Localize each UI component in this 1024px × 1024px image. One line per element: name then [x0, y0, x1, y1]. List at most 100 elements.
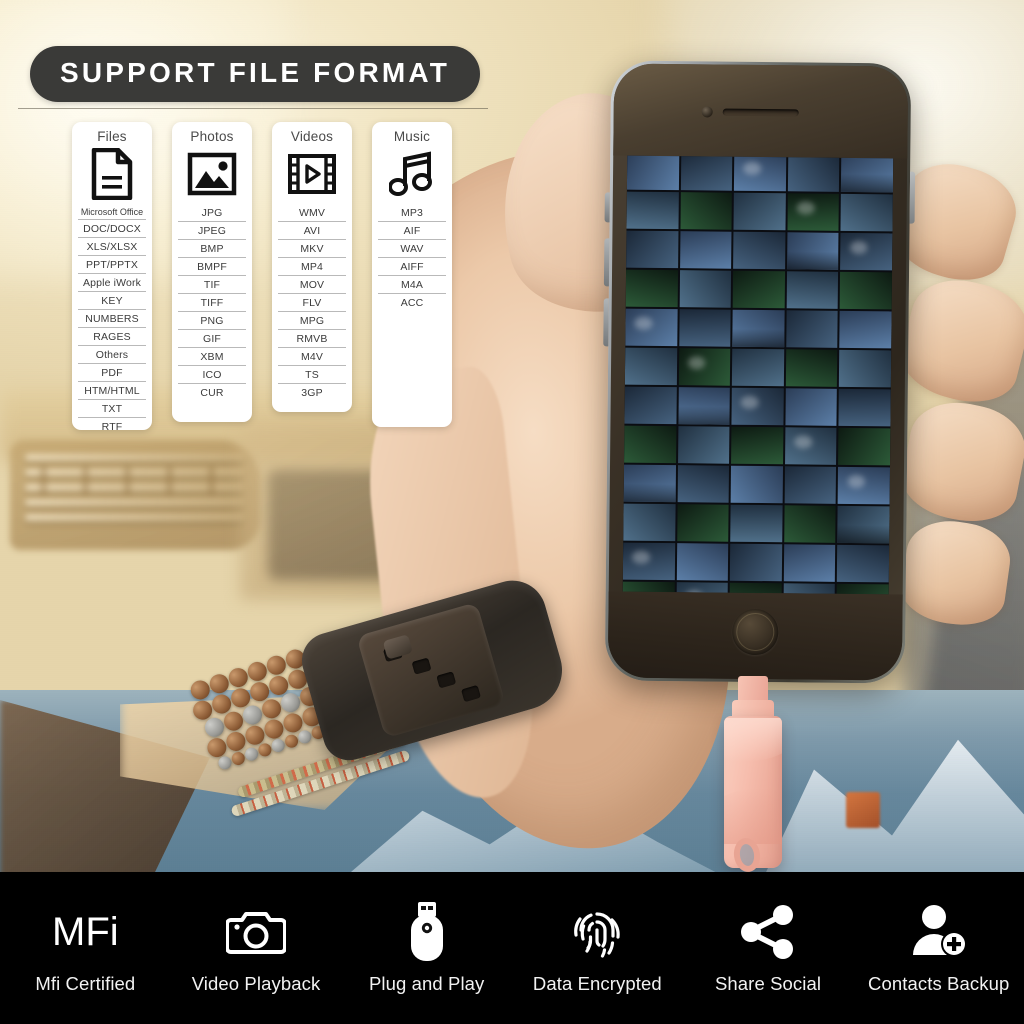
- power-button[interactable]: [909, 171, 916, 224]
- photo-thumbnail[interactable]: [732, 309, 785, 348]
- photo-thumbnail[interactable]: [676, 504, 729, 542]
- photo-thumbnail[interactable]: [784, 505, 836, 543]
- format-item: AIF: [378, 221, 446, 239]
- format-item: PNG: [178, 311, 246, 329]
- photo-thumbnail[interactable]: [680, 155, 733, 191]
- photo-thumbnail[interactable]: [677, 426, 730, 464]
- format-item: TXT: [78, 399, 146, 417]
- photo-thumbnail[interactable]: [626, 230, 679, 269]
- format-card-title: Files: [97, 129, 127, 144]
- photo-thumbnail[interactable]: [679, 270, 732, 308]
- format-item: TS: [278, 365, 346, 383]
- photo-thumbnail[interactable]: [623, 464, 676, 503]
- photo-thumbnail[interactable]: [786, 232, 839, 270]
- photo-thumbnail[interactable]: [784, 466, 837, 504]
- feature-share-social: Share Social: [683, 901, 854, 995]
- photo-thumbnail[interactable]: [787, 193, 840, 231]
- usb-flash-drive: [724, 676, 782, 876]
- photo-thumbnail[interactable]: [787, 155, 840, 192]
- photo-thumbnail[interactable]: [783, 544, 836, 582]
- thumbnail-shade: [678, 406, 730, 425]
- format-item: MP3: [400, 206, 424, 219]
- format-item: HTM/HTML: [78, 381, 146, 399]
- photo-thumbnail[interactable]: [785, 349, 838, 387]
- photo-thumbnail[interactable]: [730, 465, 783, 504]
- photo-thumbnail[interactable]: [730, 543, 782, 582]
- photo-thumbnail[interactable]: [786, 271, 839, 309]
- format-item: NUMBERS: [78, 309, 146, 327]
- photo-thumbnail[interactable]: [624, 425, 677, 464]
- format-item: M4A: [378, 275, 446, 293]
- format-item: RMVB: [278, 329, 346, 347]
- format-item: JPG: [201, 206, 223, 219]
- format-item: Microsoft Office: [80, 206, 144, 217]
- smartphone: [603, 60, 916, 684]
- format-item: DOC/DOCX: [78, 219, 146, 237]
- photo-thumbnail[interactable]: [837, 544, 890, 583]
- photo-thumbnail[interactable]: [677, 465, 730, 503]
- photo-thumbnail[interactable]: [731, 426, 784, 465]
- photo-thumbnail[interactable]: [623, 503, 676, 542]
- volume-down-button[interactable]: [603, 298, 609, 347]
- photo-thumbnail[interactable]: [839, 349, 892, 388]
- volume-up-button[interactable]: [603, 238, 610, 287]
- photo-thumbnail[interactable]: [840, 271, 893, 310]
- photo-thumbnail[interactable]: [732, 348, 785, 387]
- format-item: MPG: [278, 311, 346, 329]
- photo-thumbnail[interactable]: [626, 191, 679, 230]
- photo-thumbnail[interactable]: [732, 270, 785, 309]
- photo-thumbnail[interactable]: [676, 543, 729, 581]
- photo-thumbnail[interactable]: [678, 348, 731, 386]
- image-icon: [187, 150, 237, 198]
- photo-thumbnail[interactable]: [838, 466, 890, 505]
- format-item: PDF: [78, 363, 146, 381]
- photo-thumbnail[interactable]: [678, 309, 731, 347]
- photo-thumbnail[interactable]: [785, 388, 838, 426]
- photo-thumbnail[interactable]: [624, 347, 677, 386]
- photo-thumbnail[interactable]: [678, 387, 731, 425]
- thumbnail-shade: [732, 328, 785, 348]
- page-title-badge: SUPPORT FILE FORMAT: [30, 46, 481, 102]
- feature-label: Video Playback: [191, 973, 321, 994]
- home-button[interactable]: [732, 608, 779, 656]
- thumbnail-shade: [623, 483, 676, 503]
- photo-thumbnail[interactable]: [731, 387, 784, 426]
- phone-body: [607, 63, 909, 681]
- format-item: FLV: [278, 293, 346, 311]
- photo-thumbnail[interactable]: [679, 231, 732, 269]
- photo-thumbnail[interactable]: [786, 310, 839, 348]
- share-icon: [737, 901, 799, 963]
- format-item: WAV: [378, 239, 446, 257]
- photo-thumbnail[interactable]: [840, 232, 893, 271]
- photo-thumbnail[interactable]: [838, 427, 891, 466]
- photo-thumbnail[interactable]: [680, 192, 733, 230]
- watch-hole: [436, 671, 457, 689]
- mfi-wordmark-text: MFi: [52, 910, 119, 954]
- photo-grid[interactable]: [622, 155, 894, 595]
- photo-thumbnail[interactable]: [840, 193, 893, 232]
- finger-ring: [895, 393, 1024, 531]
- photo-thumbnail[interactable]: [733, 231, 786, 270]
- mute-switch[interactable]: [604, 192, 610, 223]
- photo-thumbnail[interactable]: [625, 308, 678, 347]
- product-marketing-image: SUPPORT FILE FORMAT Files Microsoft Offic…: [0, 0, 1024, 1024]
- photo-thumbnail[interactable]: [730, 504, 783, 543]
- photo-thumbnail[interactable]: [624, 386, 677, 425]
- phone-screen-photo-gallery[interactable]: [622, 155, 894, 595]
- format-list: MP3 AIF WAV AIFF M4A ACC: [378, 204, 446, 311]
- photo-thumbnail[interactable]: [837, 505, 890, 544]
- photo-thumbnail[interactable]: [841, 155, 894, 193]
- photo-thumbnail[interactable]: [836, 583, 889, 595]
- photo-thumbnail[interactable]: [838, 388, 891, 427]
- format-item: CUR: [178, 383, 246, 401]
- thumbnail-shade: [841, 174, 894, 193]
- format-item: PPT/PPTX: [78, 255, 146, 273]
- photo-thumbnail[interactable]: [733, 192, 786, 231]
- photo-thumbnail[interactable]: [734, 155, 787, 192]
- photo-thumbnail[interactable]: [626, 155, 679, 191]
- photo-thumbnail[interactable]: [625, 269, 678, 308]
- photo-thumbnail[interactable]: [622, 542, 675, 581]
- contacts-add-icon: [909, 901, 969, 963]
- photo-thumbnail[interactable]: [784, 427, 837, 465]
- photo-thumbnail[interactable]: [839, 310, 892, 349]
